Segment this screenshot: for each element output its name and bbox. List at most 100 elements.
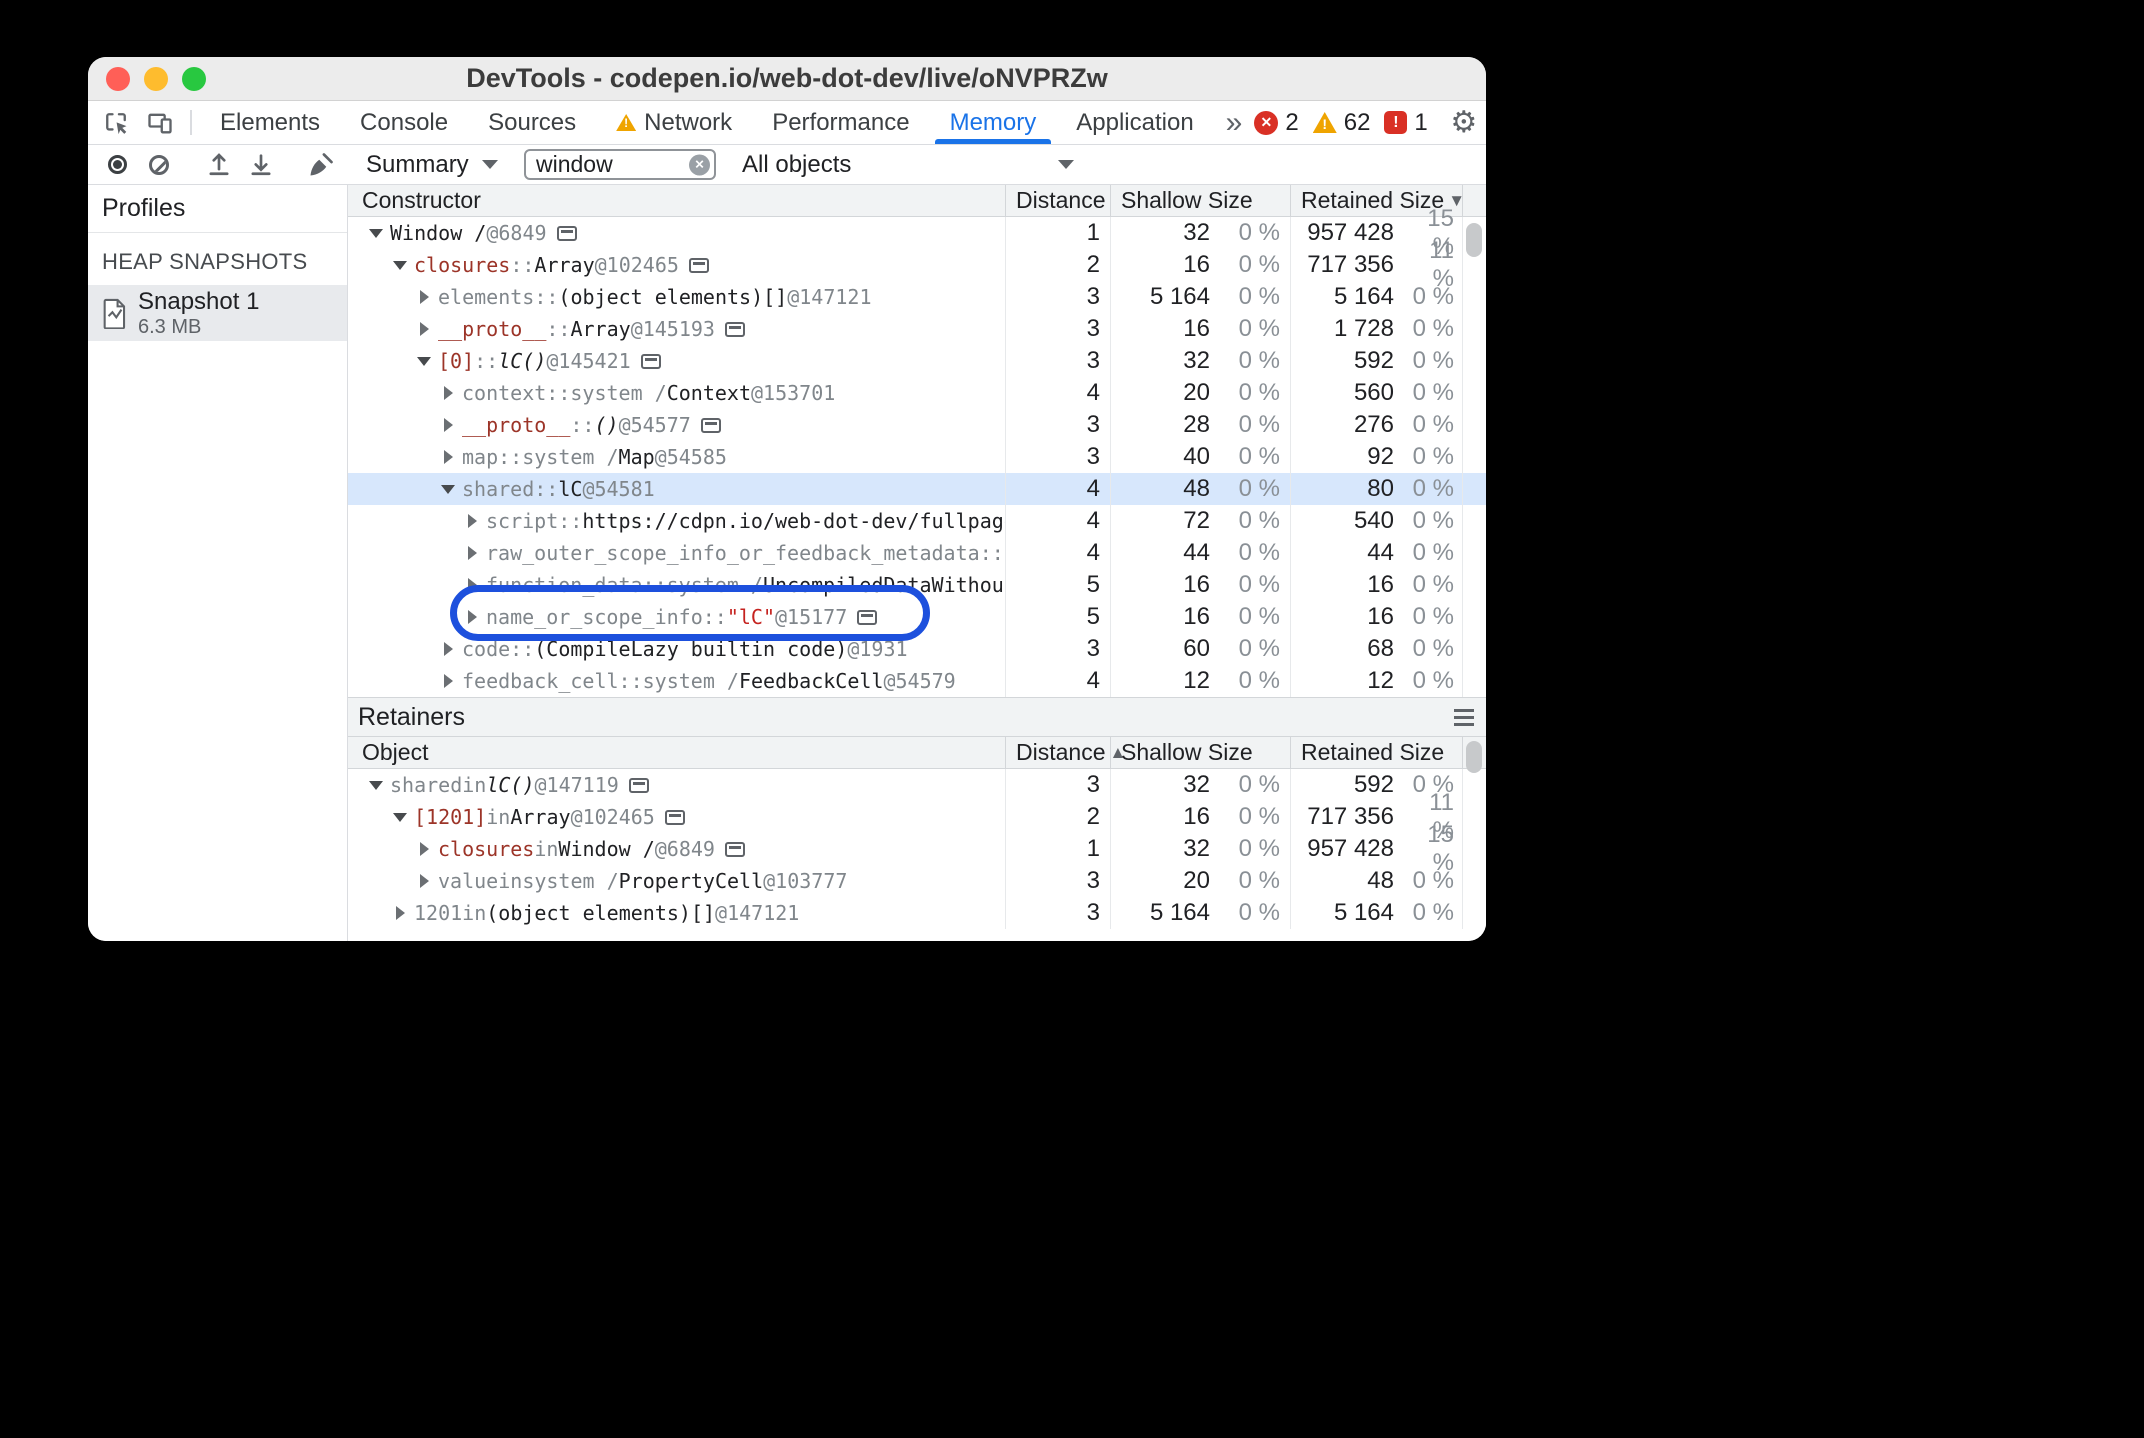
- minimize-window-button[interactable]: [144, 67, 168, 91]
- take-snapshot-button[interactable]: [96, 145, 138, 185]
- reveal-icon[interactable]: [724, 321, 745, 337]
- collapse-triangle-icon[interactable]: [386, 801, 414, 833]
- constructor-tree-row[interactable]: name_or_scope_info :: "lC" @15177 5 16 0 % 1…: [348, 601, 1486, 633]
- scrollbar-gutter: [1462, 633, 1486, 665]
- collapse-triangle-icon[interactable]: [434, 473, 462, 505]
- constructor-tree-row[interactable]: [0] :: lC() @145421 3 32 0 % 592 0 %: [348, 345, 1486, 377]
- expand-triangle-icon[interactable]: [434, 377, 462, 409]
- object-filter-select[interactable]: All objects: [732, 145, 1084, 185]
- snapshot-item[interactable]: Snapshot 1 6.3 MB: [88, 285, 347, 341]
- tab-network[interactable]: Network: [596, 101, 752, 144]
- retained-size-cell: 5 164 0 %: [1290, 897, 1462, 929]
- clear-all-button[interactable]: [300, 145, 342, 185]
- scrollbar-thumb[interactable]: [1466, 741, 1482, 773]
- column-header-distance[interactable]: Distance: [1005, 185, 1110, 217]
- retainer-row[interactable]: shared in lC() @147119 3 32 0 % 592 0 %: [348, 769, 1486, 801]
- reveal-icon[interactable]: [664, 809, 685, 825]
- reveal-icon[interactable]: [700, 417, 721, 433]
- class-filter-input[interactable]: [524, 149, 716, 180]
- column-header-object[interactable]: Object: [348, 737, 1005, 769]
- constructor-tree-row[interactable]: Window / @6849 1 32 0 % 957 428 15 %: [348, 205, 1486, 260]
- reveal-icon[interactable]: [857, 609, 878, 625]
- warning-count-badge[interactable]: 62: [1312, 109, 1370, 137]
- shallow-size-cell: 32 0 %: [1110, 217, 1290, 249]
- constructor-tree-row[interactable]: script :: https://cdpn.io/web-dot-dev/fu…: [348, 505, 1486, 537]
- tab-elements[interactable]: Elements: [200, 101, 340, 144]
- tab-performance[interactable]: Performance: [752, 101, 929, 144]
- scrollbar-thumb[interactable]: [1466, 223, 1482, 257]
- tabbar-right-controls: 2 62 1 ⚙ ⋮: [1254, 101, 1486, 144]
- save-profile-button[interactable]: [240, 145, 282, 185]
- expand-triangle-icon[interactable]: [410, 865, 438, 897]
- tab-memory[interactable]: Memory: [930, 101, 1057, 144]
- reveal-icon[interactable]: [688, 257, 709, 273]
- reveal-icon[interactable]: [556, 225, 577, 241]
- constructor-tree-row[interactable]: __proto__ :: Array @145193 3 16 0 % 1 728 0 %: [348, 313, 1486, 345]
- expand-triangle-icon[interactable]: [434, 665, 462, 697]
- expand-triangle-icon[interactable]: [458, 505, 486, 537]
- reveal-icon[interactable]: [628, 777, 649, 793]
- clear-search-icon[interactable]: [689, 154, 710, 175]
- constructor-tree-row[interactable]: elements :: (object elements)[] @147121 3…: [348, 281, 1486, 313]
- tab-console[interactable]: Console: [340, 101, 468, 144]
- close-window-button[interactable]: [106, 67, 130, 91]
- collapse-triangle-icon[interactable]: [362, 217, 390, 249]
- more-tabs-button[interactable]: »: [1214, 101, 1255, 144]
- expand-triangle-icon[interactable]: [386, 897, 414, 929]
- inspect-element-button[interactable]: [94, 101, 138, 144]
- collapse-triangle-icon[interactable]: [362, 769, 390, 801]
- constructor-tree-row[interactable]: function_data :: system / UncompiledData…: [348, 569, 1486, 601]
- column-header-shallow-size[interactable]: Shallow Size: [1110, 185, 1290, 217]
- expand-triangle-icon[interactable]: [434, 409, 462, 441]
- perspective-select[interactable]: Summary: [356, 145, 508, 185]
- panel-content: Profiles HEAP SNAPSHOTS Snapshot 1 6.3 M…: [88, 185, 1486, 941]
- constructor-tree-row[interactable]: raw_outer_scope_info_or_feedback_metadat…: [348, 537, 1486, 569]
- constructor-tree-row[interactable]: closures :: Array @102465 2 16 0 % 717 356 11…: [348, 237, 1486, 292]
- tab-sources[interactable]: Sources: [468, 101, 596, 144]
- constructor-tree-row[interactable]: feedback_cell :: system / FeedbackCell @…: [348, 665, 1486, 697]
- retainer-row[interactable]: value in system / PropertyCell @103777 3 2…: [348, 865, 1486, 897]
- expand-triangle-icon[interactable]: [410, 281, 438, 313]
- text-segment: ::: [510, 253, 535, 277]
- constructor-tree-row[interactable]: code :: (CompileLazy builtin code) @1931…: [348, 633, 1486, 665]
- inspect-icon: [106, 112, 127, 134]
- expand-triangle-icon[interactable]: [434, 441, 462, 473]
- constructor-tree-row[interactable]: map :: system / Map @54585 3 40 0 % 92 0 %: [348, 441, 1486, 473]
- retainer-row[interactable]: 1201 in (object elements)[] @147121 3 5 16…: [348, 897, 1486, 929]
- zoom-window-button[interactable]: [182, 67, 206, 91]
- column-header-shallow-size[interactable]: Shallow Size: [1110, 736, 1290, 769]
- collapse-triangle-icon[interactable]: [410, 345, 438, 377]
- expand-triangle-icon[interactable]: [410, 833, 438, 865]
- retainer-row[interactable]: [1201] in Array @102465 2 16 0 % 717 356 11 %: [348, 789, 1486, 844]
- expand-triangle-icon[interactable]: [458, 601, 486, 633]
- constructor-tree-row[interactable]: shared :: lC @54581 4 48 0 % 80 0 %: [348, 473, 1486, 505]
- hamburger-menu-icon[interactable]: [1454, 708, 1474, 726]
- shallow-size-cell: 28 0 %: [1110, 409, 1290, 441]
- retainer-row[interactable]: closures in Window / @6849 1 32 0 % 957 428 1…: [348, 821, 1486, 876]
- memory-toolbar: Summary All objects: [88, 145, 1486, 185]
- tab-application[interactable]: Application: [1056, 101, 1213, 144]
- column-header-retained-size[interactable]: Retained Size: [1290, 736, 1462, 769]
- reveal-icon[interactable]: [724, 841, 745, 857]
- scrollbar-gutter: [1462, 313, 1486, 345]
- issues-count-badge[interactable]: 1: [1384, 109, 1428, 137]
- column-header-constructor[interactable]: Constructor: [348, 185, 1005, 217]
- scrollbar-gutter: [1462, 185, 1486, 217]
- expand-triangle-icon[interactable]: [458, 537, 486, 569]
- clear-profiles-button[interactable]: [138, 145, 180, 185]
- expand-triangle-icon[interactable]: [434, 633, 462, 665]
- constructor-tree-row[interactable]: __proto__ :: () @54577 3 28 0 % 276 0 %: [348, 409, 1486, 441]
- retained-size-cell: 1 728 0 %: [1290, 313, 1462, 345]
- device-toolbar-button[interactable]: [138, 101, 182, 144]
- expand-triangle-icon[interactable]: [410, 313, 438, 345]
- expand-triangle-icon[interactable]: [458, 569, 486, 601]
- column-header-distance[interactable]: Distance ▲: [1005, 736, 1126, 769]
- constructor-tree-row[interactable]: context :: system / Context @153701 4 20 0 …: [348, 377, 1486, 409]
- collapse-triangle-icon[interactable]: [386, 249, 414, 281]
- load-profile-button[interactable]: [198, 145, 240, 185]
- error-count-badge[interactable]: 2: [1254, 109, 1299, 137]
- text-segment: system /: [522, 445, 619, 469]
- text-segment: ::: [618, 669, 643, 693]
- reveal-icon[interactable]: [640, 353, 661, 369]
- settings-button[interactable]: ⚙: [1442, 107, 1486, 138]
